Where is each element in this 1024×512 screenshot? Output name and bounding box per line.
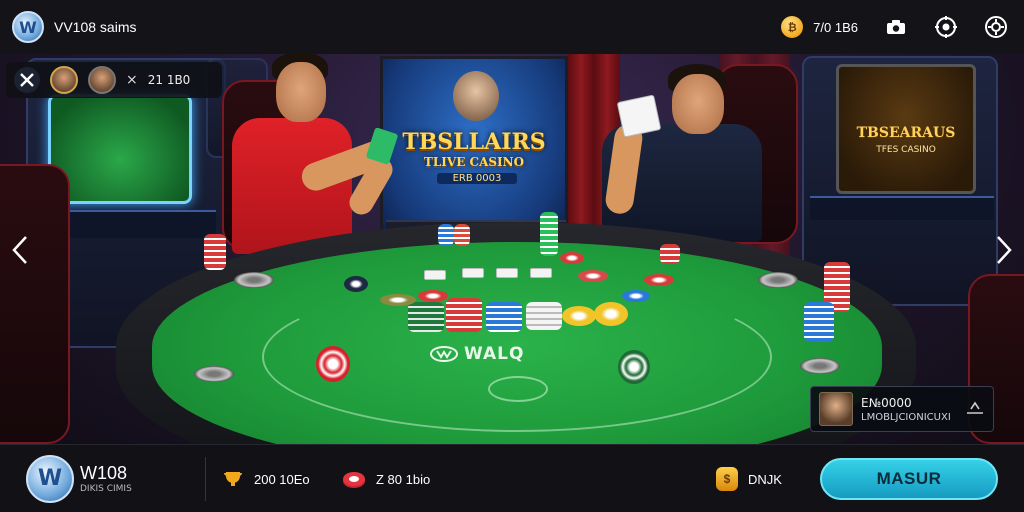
chip bbox=[644, 274, 674, 286]
cup-holder bbox=[194, 366, 234, 382]
tools-icon[interactable] bbox=[14, 67, 40, 93]
chip-stack bbox=[408, 302, 444, 332]
felt-circle bbox=[488, 376, 548, 402]
side-screen-subtitle: TFES CASINO bbox=[876, 145, 936, 155]
footer-stat-2: Z 80 1bio bbox=[342, 445, 430, 512]
chip bbox=[316, 346, 350, 382]
footer-id: W108 DIKIS CIMIS bbox=[80, 463, 132, 494]
chip-stack bbox=[526, 302, 562, 330]
table-card bbox=[462, 268, 484, 278]
table-logo-text: WALQ bbox=[464, 344, 525, 364]
player-avatar[interactable] bbox=[88, 66, 116, 94]
table-card bbox=[424, 270, 446, 280]
chip-stack bbox=[446, 298, 482, 332]
camera-icon[interactable] bbox=[884, 15, 908, 39]
cup-holder bbox=[758, 272, 798, 288]
bottom-bar: W W108 DIKIS CIMIS 200 10Eo Z 80 1bio $ … bbox=[0, 444, 1024, 512]
player-card-info: E№0000 LMOBLJCIONICUXI bbox=[861, 396, 951, 423]
host-portrait bbox=[453, 71, 499, 121]
side-screen-title: TBSEARAUS bbox=[856, 125, 956, 141]
players-bar: ⨯ 21 1B0 bbox=[6, 62, 222, 98]
player-avatar[interactable] bbox=[50, 66, 78, 94]
close-icon[interactable]: ⨯ bbox=[126, 72, 138, 88]
table-card bbox=[530, 268, 552, 278]
casino-app: W VV108 saims ₿ 7/0 1B6 TBSLLAIRS TLIVE … bbox=[0, 0, 1024, 512]
footer-divider bbox=[205, 457, 206, 501]
chip bbox=[560, 252, 584, 264]
top-bar: W VV108 saims ₿ 7/0 1B6 bbox=[0, 0, 1024, 54]
chip-stack bbox=[804, 302, 834, 342]
player-card-amount: E№0000 bbox=[861, 395, 912, 410]
chip-stack bbox=[486, 302, 522, 332]
table-logo: WALQ bbox=[430, 344, 524, 364]
balance-value: 7/0 1B6 bbox=[813, 19, 858, 35]
prev-arrow-icon[interactable] bbox=[10, 232, 30, 268]
cup-holder bbox=[800, 358, 840, 374]
chair-foreground-left bbox=[0, 164, 70, 444]
footer-stat-1-value: 200 10Eo bbox=[254, 471, 310, 487]
stage-title: TBSLLAIRS bbox=[402, 129, 546, 155]
stage-subtitle: TLIVE CASINO bbox=[423, 155, 525, 169]
masur-button[interactable]: MASUR bbox=[820, 458, 998, 500]
chip bbox=[594, 302, 628, 326]
trophy-icon bbox=[224, 472, 242, 486]
stage-code: ERB 0003 bbox=[437, 173, 517, 184]
player-card-name: LMOBLJCIONICUXI bbox=[861, 411, 951, 423]
settings-icon[interactable] bbox=[934, 15, 958, 39]
chip-icon bbox=[343, 472, 365, 488]
chip bbox=[622, 290, 650, 302]
chip bbox=[562, 306, 596, 326]
footer-stat-3-value: DNJK bbox=[748, 471, 782, 487]
chip bbox=[578, 270, 608, 282]
chip-stack bbox=[438, 224, 454, 246]
player-card[interactable]: E№0000 LMOBLJCIONICUXI bbox=[810, 386, 994, 432]
footer-stat-1: 200 10Eo bbox=[222, 445, 310, 512]
footer-id-main: W108 bbox=[80, 463, 128, 483]
player-card-avatar bbox=[819, 392, 853, 426]
cup-holder bbox=[234, 272, 274, 288]
footer-stat-3: $ DNJK bbox=[716, 445, 782, 512]
expand-icon[interactable] bbox=[965, 400, 985, 419]
table-card bbox=[496, 268, 518, 278]
gold-coin-icon: $ bbox=[716, 467, 738, 491]
slot-panel-right bbox=[810, 196, 994, 220]
slot-screen-right: TBSEARAUS TFES CASINO bbox=[836, 64, 976, 194]
chip bbox=[344, 276, 368, 292]
brand-logo-icon[interactable]: W bbox=[12, 11, 44, 43]
brand-title: VV108 saims bbox=[54, 19, 137, 35]
chip-stack bbox=[204, 234, 226, 270]
chip-stack bbox=[540, 212, 558, 256]
players-count: 21 1B0 bbox=[147, 73, 191, 87]
chip bbox=[618, 350, 650, 384]
top-right-controls: ₿ 7/0 1B6 bbox=[781, 0, 1008, 54]
coin-icon: ₿ bbox=[781, 16, 804, 38]
gear-icon[interactable] bbox=[984, 15, 1008, 39]
footer-id-sub: DIKIS CIMIS bbox=[80, 484, 132, 494]
chip-stack bbox=[454, 224, 470, 246]
chip bbox=[418, 290, 448, 302]
chip-stack bbox=[660, 244, 680, 264]
footer-stat-2-value: Z 80 1bio bbox=[376, 471, 431, 487]
card-fan-right bbox=[616, 94, 662, 138]
next-arrow-icon[interactable] bbox=[994, 232, 1014, 268]
footer-logo-icon: W bbox=[26, 454, 74, 503]
chip bbox=[380, 294, 416, 306]
